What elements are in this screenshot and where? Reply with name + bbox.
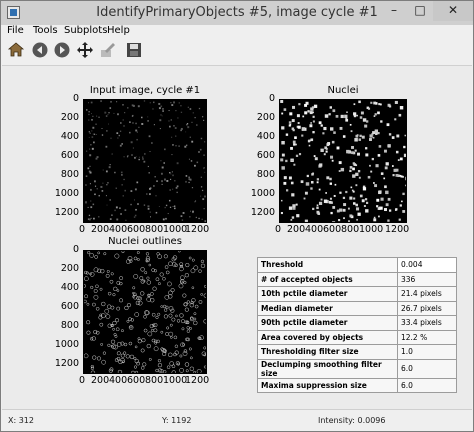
table-key: Threshold xyxy=(257,257,398,273)
input-xtick: 600 xyxy=(127,224,146,235)
table-row: Maxima suppression size 6.0 xyxy=(257,377,457,393)
input-xtick: 200 xyxy=(91,224,110,235)
nuclei-xtick: 200 xyxy=(287,224,306,235)
plot-title-outlines: Nuclei outlines xyxy=(108,236,182,247)
home-icon[interactable] xyxy=(7,41,25,59)
table-value[interactable]: 0.004 xyxy=(397,257,457,273)
nuclei-ytick: 200 xyxy=(256,112,275,123)
measurements-table: Threshold 0.004 # of accepted objects 336 … xyxy=(257,257,457,393)
table-key: Thresholding filter size xyxy=(257,344,398,360)
nuclei-xtick: 0 xyxy=(275,224,282,235)
outlines-xtick: 200 xyxy=(91,375,110,386)
table-value: 6.0 xyxy=(397,358,457,379)
outlines-xtick: 400 xyxy=(109,375,128,386)
status-bar: X: 312 Y: 1192 Intensity: 0.0096 xyxy=(2,409,472,431)
nuclei-ytick: 0 xyxy=(268,93,275,104)
figure-window: IdentifyPrimaryObjects #5, image cycle #… xyxy=(0,0,474,432)
status-x: X: 312 xyxy=(8,416,34,425)
edit-axes-icon[interactable] xyxy=(99,41,117,59)
table-value: 12.2 % xyxy=(397,329,457,345)
outlines-axes[interactable] xyxy=(83,250,207,374)
status-intensity: Intensity: 0.0096 xyxy=(318,416,386,425)
table-row: Thresholding filter size 1.0 xyxy=(257,344,457,360)
table-row: Median diameter 26.7 pixels xyxy=(257,300,457,316)
nuclei-xtick: 1000 xyxy=(359,224,384,235)
nuclei-xtick: 800 xyxy=(341,224,360,235)
input-xtick: 1000 xyxy=(163,224,188,235)
table-key: Maxima suppression size xyxy=(257,377,398,393)
outlines-xtick: 800 xyxy=(145,375,164,386)
menu-help[interactable]: Help xyxy=(107,25,130,36)
back-icon[interactable] xyxy=(31,41,49,59)
input-ytick: 800 xyxy=(60,169,79,180)
input-ytick: 600 xyxy=(60,150,79,161)
close-button[interactable]: ✕ xyxy=(433,1,473,21)
outlines-ytick: 600 xyxy=(60,301,79,312)
table-value: 26.7 pixels xyxy=(397,300,457,316)
input-xtick: 800 xyxy=(145,224,164,235)
outlines-ytick: 0 xyxy=(72,244,79,255)
outlines-ytick: 1200 xyxy=(54,358,79,369)
plot-title-input: Input image, cycle #1 xyxy=(89,85,201,96)
table-key: Median diameter xyxy=(257,300,398,316)
minimize-button[interactable]: – xyxy=(381,1,407,21)
table-row: # of accepted objects 336 xyxy=(257,271,457,287)
input-xtick: 1200 xyxy=(185,224,210,235)
outlines-ytick: 200 xyxy=(60,263,79,274)
outlines-ytick: 400 xyxy=(60,282,79,293)
save-icon[interactable] xyxy=(125,41,143,59)
input-ytick: 1000 xyxy=(54,188,79,199)
input-xtick: 0 xyxy=(79,224,86,235)
nuclei-ytick: 600 xyxy=(256,150,275,161)
menu-bar: File Tools Subplots Help xyxy=(1,25,473,39)
table-value: 33.4 pixels xyxy=(397,315,457,331)
menu-tools[interactable]: Tools xyxy=(33,25,58,36)
nuclei-ytick: 1000 xyxy=(250,188,275,199)
forward-icon[interactable] xyxy=(53,41,71,59)
table-key: 90th pctile diameter xyxy=(257,315,398,331)
table-value: 6.0 xyxy=(397,377,457,393)
nuclei-ytick: 1200 xyxy=(250,207,275,218)
table-value: 21.4 pixels xyxy=(397,286,457,302)
pan-icon[interactable] xyxy=(76,41,94,59)
input-ytick: 1200 xyxy=(54,207,79,218)
outlines-ytick: 800 xyxy=(60,320,79,331)
table-row: Threshold 0.004 xyxy=(257,257,457,273)
table-row: 10th pctile diameter 21.4 pixels xyxy=(257,286,457,302)
nuclei-ytick: 800 xyxy=(256,169,275,180)
nuclei-xtick: 1200 xyxy=(385,224,410,235)
outlines-ytick: 1000 xyxy=(54,339,79,350)
table-key: Area covered by objects xyxy=(257,329,398,345)
menu-subplots[interactable]: Subplots xyxy=(64,25,107,36)
plot-title-nuclei: Nuclei xyxy=(327,85,359,96)
maximize-button[interactable]: □ xyxy=(407,1,433,21)
status-y: Y: 1192 xyxy=(162,416,192,425)
nuclei-axes[interactable] xyxy=(279,99,407,223)
nuclei-xtick: 400 xyxy=(305,224,324,235)
title-bar: IdentifyPrimaryObjects #5, image cycle #… xyxy=(1,1,473,25)
menu-file[interactable]: File xyxy=(7,25,24,36)
table-row: Declumping smoothing filter size 6.0 xyxy=(257,358,457,379)
table-value: 336 xyxy=(397,271,457,287)
outlines-xtick: 1200 xyxy=(185,375,210,386)
nuclei-xtick: 600 xyxy=(323,224,342,235)
outlines-xtick: 1000 xyxy=(163,375,188,386)
input-ytick: 200 xyxy=(60,112,79,123)
table-row: Area covered by objects 12.2 % xyxy=(257,329,457,345)
table-key: Declumping smoothing filter size xyxy=(257,358,398,379)
nuclei-ytick: 400 xyxy=(256,131,275,142)
table-key: # of accepted objects xyxy=(257,271,398,287)
input-ytick: 400 xyxy=(60,131,79,142)
table-key: 10th pctile diameter xyxy=(257,286,398,302)
toolbar xyxy=(1,39,473,63)
table-row: 90th pctile diameter 33.4 pixels xyxy=(257,315,457,331)
table-value: 1.0 xyxy=(397,344,457,360)
input-ytick: 0 xyxy=(72,93,79,104)
input-image-axes[interactable] xyxy=(83,99,207,223)
input-xtick: 400 xyxy=(109,224,128,235)
outlines-xtick: 0 xyxy=(79,375,86,386)
outlines-xtick: 600 xyxy=(127,375,146,386)
